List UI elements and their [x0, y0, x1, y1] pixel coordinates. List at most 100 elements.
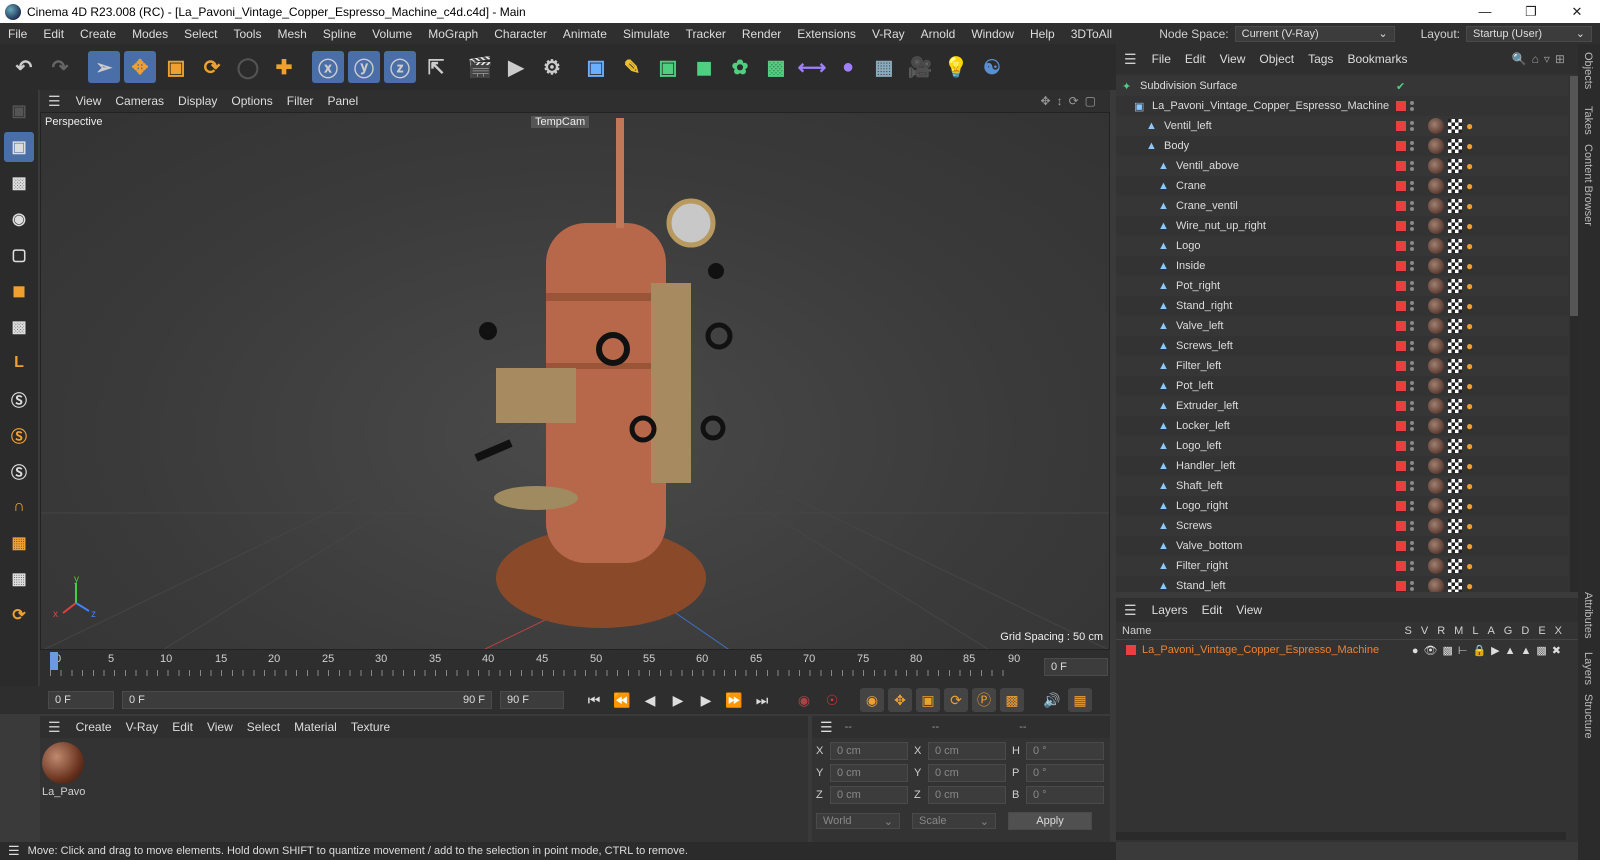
phong-tag-icon[interactable]: ● [1466, 279, 1473, 293]
visibility-dots-icon[interactable] [1410, 321, 1414, 331]
layer-color-tag[interactable] [1396, 181, 1406, 191]
rotation-b-field[interactable]: 0 ° [1026, 786, 1104, 804]
visibility-dots-icon[interactable] [1410, 361, 1414, 371]
object-row[interactable]: ▲ Ventil_above ● [1116, 156, 1568, 176]
visibility-dots-icon[interactable] [1410, 261, 1414, 271]
object-name[interactable]: Filter_left [1176, 360, 1221, 372]
layout-select[interactable]: Startup (User) ⌄ [1466, 25, 1592, 42]
scale-tool-icon[interactable]: ▣ [160, 51, 192, 83]
workplane-icon[interactable]: ▦ [4, 528, 34, 558]
extrude-icon[interactable]: ◼ [688, 51, 720, 83]
node-space-select[interactable]: Current (V-Ray) ⌄ [1234, 25, 1395, 42]
apply-button[interactable]: Apply [1008, 812, 1092, 830]
object-row[interactable]: ▲ Pot_right ● [1116, 276, 1568, 296]
object-row[interactable]: ▣ La_Pavoni_Vintage_Copper_Espresso_Machi… [1116, 96, 1568, 116]
checker-uvw-tag-icon[interactable] [1448, 339, 1462, 353]
layer-flag-icons[interactable]: ●👁▩⊢🔒▶▲▲▩✖ [1412, 644, 1578, 657]
position-x-field[interactable]: 0 cm [830, 742, 908, 760]
menu-vray[interactable]: V-Ray [864, 27, 913, 41]
floor-icon[interactable]: ▦ [868, 51, 900, 83]
hamburger-icon[interactable]: ☰ [1116, 602, 1145, 619]
point-mode-icon[interactable]: ◉ [4, 204, 34, 234]
phong-tag-icon[interactable]: ● [1466, 199, 1473, 213]
visibility-dots-icon[interactable] [1410, 541, 1414, 551]
layer-color-tag[interactable] [1396, 241, 1406, 251]
key-position-icon[interactable]: ✥ [888, 688, 912, 712]
phong-tag-icon[interactable]: ● [1466, 319, 1473, 333]
material-tag-icon[interactable] [1428, 518, 1444, 534]
object-search-filter-icons[interactable]: 🔍⌂▿⊞ [1512, 52, 1578, 66]
menu-extensions[interactable]: Extensions [789, 27, 864, 41]
material-menu-view[interactable]: View [200, 720, 240, 734]
object-name[interactable]: Screws_left [1176, 340, 1233, 352]
quantize-icon[interactable]: ⟳ [4, 600, 34, 630]
position-z-field[interactable]: 0 cm [830, 786, 908, 804]
go-to-end-icon[interactable]: ⏭ [750, 688, 774, 712]
object-menu-object[interactable]: Object [1252, 52, 1301, 66]
light-icon[interactable]: 💡 [940, 51, 972, 83]
layer-color-tag[interactable] [1396, 421, 1406, 431]
object-row[interactable]: ▲ Filter_left ● [1116, 356, 1568, 376]
object-row[interactable]: ▲ Stand_left ● [1116, 576, 1568, 592]
menu-mograph[interactable]: MoGraph [420, 27, 486, 41]
key-parameter-icon[interactable]: Ⓟ [972, 688, 996, 712]
coord-mode-select[interactable]: Scale ⌄ [912, 813, 996, 829]
material-tag-icon[interactable] [1428, 358, 1444, 374]
object-name[interactable]: Subdivision Surface [1140, 80, 1237, 92]
material-tag-icon[interactable] [1428, 478, 1444, 494]
checker-uvw-tag-icon[interactable] [1448, 119, 1462, 133]
checker-uvw-tag-icon[interactable] [1448, 219, 1462, 233]
phong-tag-icon[interactable]: ● [1466, 559, 1473, 573]
checker-uvw-tag-icon[interactable] [1448, 439, 1462, 453]
object-menu-file[interactable]: File [1145, 52, 1178, 66]
material-tag-icon[interactable] [1428, 338, 1444, 354]
layer-color-tag[interactable] [1396, 481, 1406, 491]
phong-tag-icon[interactable]: ● [1466, 339, 1473, 353]
layer-color-tag[interactable] [1396, 141, 1406, 151]
polygon-mode-icon[interactable]: ◼ [4, 276, 34, 306]
material-tag-icon[interactable] [1428, 438, 1444, 454]
phong-tag-icon[interactable]: ● [1466, 159, 1473, 173]
object-name[interactable]: Locker_left [1176, 420, 1230, 432]
checker-uvw-tag-icon[interactable] [1448, 579, 1462, 592]
magnet-icon[interactable]: ∩ [4, 492, 34, 522]
menu-3dtoall[interactable]: 3DToAll [1063, 27, 1120, 41]
layer-color-tag[interactable] [1396, 101, 1406, 111]
layer-color-tag[interactable] [1396, 221, 1406, 231]
close-icon[interactable]: ✕ [1554, 0, 1600, 23]
deformer-icon[interactable]: ⟷ [796, 51, 828, 83]
end-frame-field[interactable]: 90 F [500, 691, 564, 709]
menu-tools[interactable]: Tools [225, 27, 269, 41]
coordinate-system-icon[interactable]: ⇱ [420, 51, 452, 83]
object-row[interactable]: ▲ Logo_left ● [1116, 436, 1568, 456]
tab-objects[interactable]: Objects [1582, 52, 1594, 89]
current-frame-field[interactable]: 0 F [1044, 658, 1108, 676]
layer-color-swatch[interactable] [1126, 645, 1136, 655]
layer-color-tag[interactable] [1396, 341, 1406, 351]
render-settings-icon[interactable]: ⚙ [536, 51, 568, 83]
material-item[interactable]: La_Pavor [42, 742, 86, 798]
object-menu-edit[interactable]: Edit [1178, 52, 1213, 66]
object-name[interactable]: Inside [1176, 260, 1205, 272]
enabled-check-icon[interactable]: ✔ [1396, 80, 1405, 93]
visibility-dots-icon[interactable] [1410, 101, 1414, 111]
python-icon[interactable]: ☯ [976, 51, 1008, 83]
object-name[interactable]: Crane [1176, 180, 1206, 192]
phong-tag-icon[interactable]: ● [1466, 519, 1473, 533]
object-name[interactable]: Screws [1176, 520, 1212, 532]
object-name[interactable]: Crane_ventil [1176, 200, 1238, 212]
layer-color-tag[interactable] [1396, 201, 1406, 211]
material-tag-icon[interactable] [1428, 198, 1444, 214]
layer-color-tag[interactable] [1396, 461, 1406, 471]
material-tag-icon[interactable] [1428, 418, 1444, 434]
y-axis-lock-icon[interactable]: ⓨ [348, 51, 380, 83]
visibility-dots-icon[interactable] [1410, 301, 1414, 311]
visibility-dots-icon[interactable] [1410, 481, 1414, 491]
visibility-dots-icon[interactable] [1410, 161, 1414, 171]
world-axis-icon[interactable]: ✚ [268, 51, 300, 83]
layer-menu-edit[interactable]: Edit [1195, 603, 1230, 617]
checker-uvw-tag-icon[interactable] [1448, 279, 1462, 293]
texture-mode-icon[interactable]: ▩ [4, 168, 34, 198]
menu-select[interactable]: Select [176, 27, 225, 41]
layer-menu-layers[interactable]: Layers [1145, 603, 1195, 617]
